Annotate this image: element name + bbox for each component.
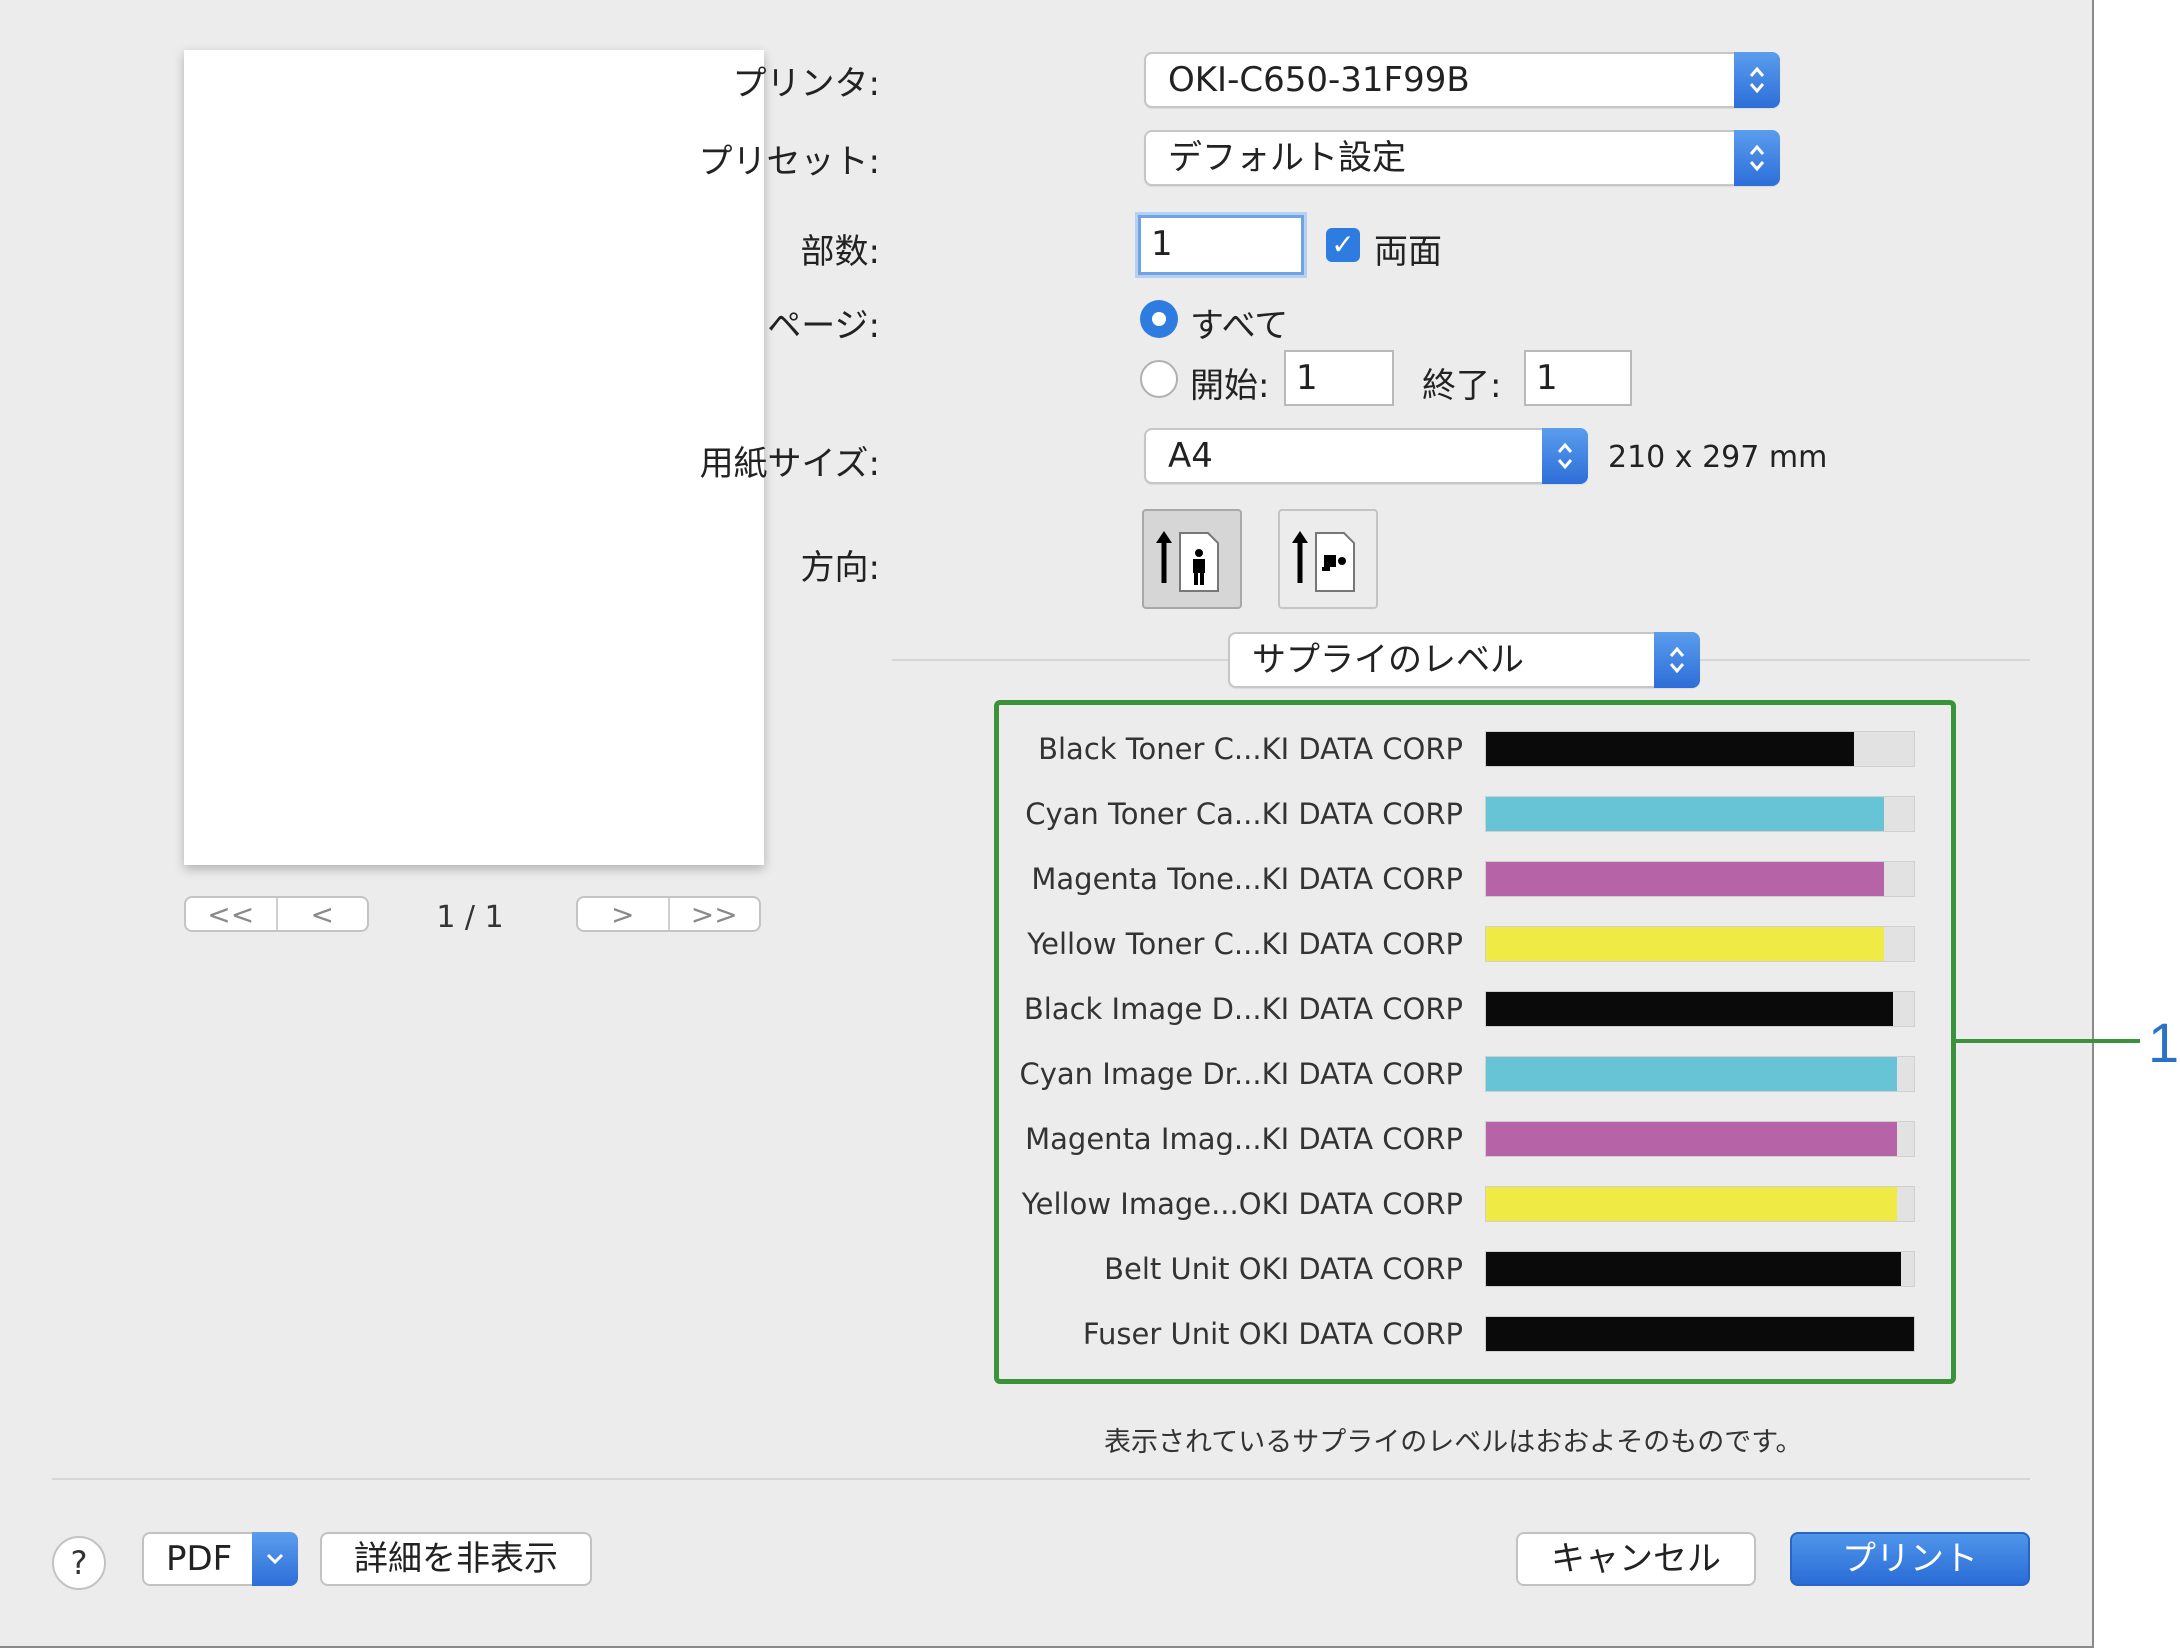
supply-name: Yellow Toner C...KI DATA CORP <box>1027 927 1463 961</box>
hide-details-button[interactable]: 詳細を非表示 <box>320 1532 592 1586</box>
callout-line <box>1956 1039 2140 1043</box>
supply-name: Belt Unit OKI DATA CORP <box>1104 1252 1463 1286</box>
supply-name: Yellow Image...OKI DATA CORP <box>1021 1187 1463 1221</box>
up-down-arrows-icon <box>1734 130 1780 186</box>
duplex-label: 両面 <box>1374 232 1442 272</box>
print-button[interactable]: プリント <box>1790 1532 2030 1586</box>
orientation-landscape-button[interactable] <box>1278 509 1378 609</box>
supply-row: Black Toner C...KI DATA CORP <box>999 729 1951 769</box>
printer-value: OKI-C650-31F99B <box>1168 60 1470 100</box>
paper-size-label: 用紙サイズ: <box>699 444 880 484</box>
double-chevron-right-icon: >> <box>690 897 738 931</box>
supply-row: Black Image D...KI DATA CORP <box>999 989 1951 1029</box>
last-page-button[interactable]: >> <box>667 897 760 931</box>
supply-levels-panel: Black Toner C...KI DATA CORP Cyan Toner C… <box>994 700 1956 1384</box>
section-popup[interactable]: サプライのレベル <box>1228 632 1700 688</box>
pager-forward-group: > >> <box>576 896 761 932</box>
supply-level-track <box>1485 861 1915 897</box>
preset-value: デフォルト設定 <box>1168 138 1406 178</box>
supply-row: Magenta Tone...KI DATA CORP <box>999 859 1951 899</box>
supply-level-bar <box>1486 732 1855 766</box>
supply-row: Cyan Image Dr...KI DATA CORP <box>999 1054 1951 1094</box>
supply-level-track <box>1485 796 1915 832</box>
cancel-button[interactable]: キャンセル <box>1516 1532 1756 1586</box>
supply-level-track <box>1485 731 1915 767</box>
supply-level-bar <box>1486 797 1885 831</box>
pages-label: ページ: <box>767 306 880 346</box>
chevron-right-icon: > <box>611 897 635 931</box>
preset-label: プリセット: <box>698 142 880 182</box>
supply-level-bar <box>1486 1252 1902 1286</box>
up-down-arrows-icon <box>1654 632 1700 688</box>
portrait-icon <box>1156 531 1219 592</box>
supply-row: Yellow Toner C...KI DATA CORP <box>999 924 1951 964</box>
supply-level-bar <box>1486 1057 1897 1091</box>
orientation-portrait-button[interactable] <box>1142 509 1242 609</box>
pages-all-label: すべて <box>1190 306 1289 346</box>
duplex-checkbox[interactable]: ✓ <box>1326 228 1360 262</box>
paper-size-popup[interactable]: A4 <box>1144 428 1588 484</box>
supply-level-bar <box>1486 1317 1914 1351</box>
supply-name: Black Image D...KI DATA CORP <box>1023 992 1463 1026</box>
callout-number: 1 <box>2148 1011 2180 1074</box>
double-chevron-left-icon: << <box>207 897 255 931</box>
pages-from-field[interactable]: 1 <box>1284 350 1394 406</box>
pages-from-label: 開始: <box>1190 366 1270 406</box>
print-dialog: << < 1 / 1 > >> プリンタ: OKI-C650-31F99B プリ… <box>0 0 2094 1648</box>
section-popup-value: サプライのレベル <box>1252 640 1524 680</box>
supply-level-bar <box>1486 1187 1897 1221</box>
supply-name: Black Toner C...KI DATA CORP <box>1038 732 1463 766</box>
copies-label: 部数: <box>800 232 880 272</box>
pager-back-group: << < <box>184 896 369 932</box>
supply-name: Cyan Toner Ca...KI DATA CORP <box>1025 797 1463 831</box>
supply-level-track <box>1485 1186 1915 1222</box>
supply-row: Cyan Toner Ca...KI DATA CORP <box>999 794 1951 834</box>
supply-row: Magenta Imag...KI DATA CORP <box>999 1119 1951 1159</box>
supply-row: Fuser Unit OKI DATA CORP <box>999 1314 1951 1354</box>
chevron-left-icon: < <box>310 897 334 931</box>
supply-level-track <box>1485 1056 1915 1092</box>
up-down-arrows-icon <box>1734 52 1780 108</box>
supply-row: Belt Unit OKI DATA CORP <box>999 1249 1951 1289</box>
pages-range-radio[interactable] <box>1140 360 1178 398</box>
pages-to-label: 終了: <box>1422 366 1502 406</box>
next-page-button[interactable]: > <box>578 897 668 931</box>
supply-name: Magenta Imag...KI DATA CORP <box>1025 1122 1463 1156</box>
up-down-arrows-icon <box>1542 428 1588 484</box>
landscape-icon <box>1292 531 1355 592</box>
pages-all-radio[interactable] <box>1140 300 1178 338</box>
supply-name: Magenta Tone...KI DATA CORP <box>1031 862 1463 896</box>
supply-level-bar <box>1486 927 1885 961</box>
page-indicator: 1 / 1 <box>436 900 504 935</box>
first-page-button[interactable]: << <box>186 897 276 931</box>
supply-level-track <box>1485 991 1915 1027</box>
supply-level-track <box>1485 926 1915 962</box>
paper-dimensions: 210 x 297 mm <box>1608 440 1828 475</box>
supply-level-track <box>1485 1121 1915 1157</box>
help-button[interactable]: ? <box>52 1536 106 1590</box>
copies-field[interactable]: 1 <box>1138 215 1304 275</box>
supply-name: Fuser Unit OKI DATA CORP <box>1082 1317 1463 1351</box>
chevron-down-icon <box>252 1532 298 1586</box>
supply-row: Yellow Image...OKI DATA CORP <box>999 1184 1951 1224</box>
supply-level-bar <box>1486 992 1893 1026</box>
paper-size-value: A4 <box>1168 436 1213 476</box>
printer-popup[interactable]: OKI-C650-31F99B <box>1144 52 1780 108</box>
previous-page-button[interactable]: < <box>275 897 368 931</box>
printer-label: プリンタ: <box>732 64 880 104</box>
supply-level-track <box>1485 1316 1915 1352</box>
pdf-label: PDF <box>166 1539 233 1579</box>
orientation-label: 方向: <box>800 548 880 588</box>
page-preview <box>184 50 764 865</box>
supply-level-bar <box>1486 1122 1897 1156</box>
pdf-menu-button[interactable]: PDF <box>142 1532 298 1586</box>
preset-popup[interactable]: デフォルト設定 <box>1144 130 1780 186</box>
supply-level-bar <box>1486 862 1885 896</box>
pages-to-field[interactable]: 1 <box>1524 350 1632 406</box>
supply-note: 表示されているサプライのレベルはおおよそのものです。 <box>1104 1427 1803 1458</box>
supply-level-track <box>1485 1251 1915 1287</box>
footer-divider <box>52 1478 2030 1480</box>
supply-name: Cyan Image Dr...KI DATA CORP <box>1019 1057 1464 1091</box>
